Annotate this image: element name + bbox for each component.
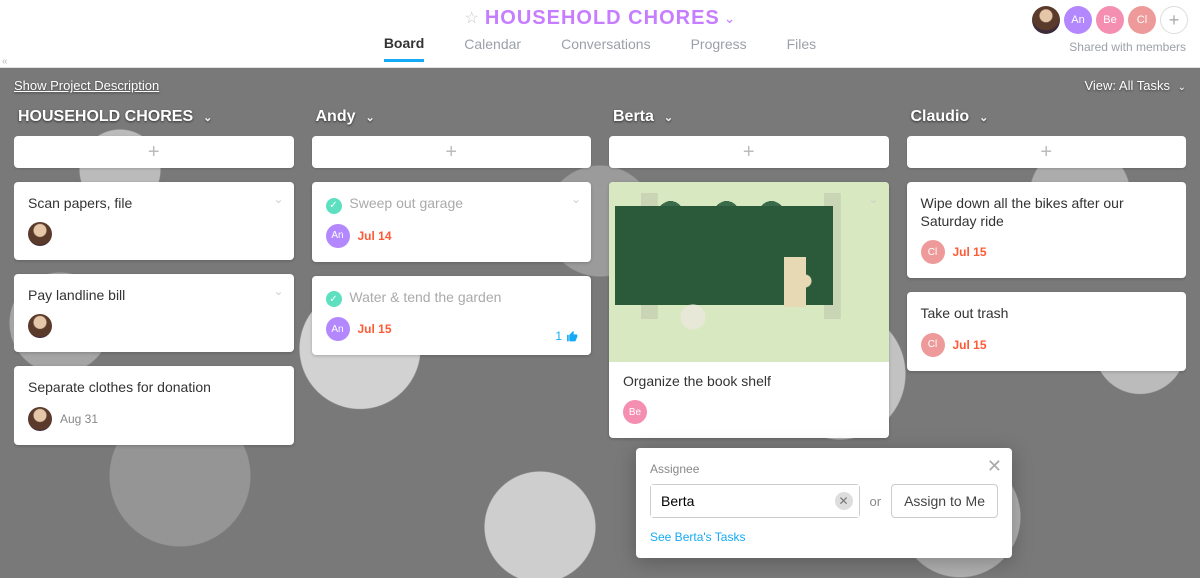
project-members: An Be Cl + bbox=[1032, 6, 1188, 34]
due-date: Jul 15 bbox=[358, 322, 392, 336]
assignee-input-wrap: ✕ bbox=[650, 484, 860, 518]
avatar-an[interactable]: An bbox=[1064, 6, 1092, 34]
chevron-down-icon: ⌄ bbox=[979, 111, 988, 124]
task-card[interactable]: ⌄ Pay landline bill bbox=[14, 274, 294, 352]
see-tasks-link[interactable]: See Berta's Tasks bbox=[650, 530, 998, 544]
assignee-avatar[interactable]: An bbox=[326, 224, 350, 248]
check-circle-icon: ✓ bbox=[326, 198, 342, 214]
add-card-button[interactable]: + bbox=[907, 136, 1187, 168]
task-title: Take out trash bbox=[921, 304, 1173, 322]
assignee-avatar[interactable]: Be bbox=[623, 400, 647, 424]
task-title: Organize the book shelf bbox=[623, 372, 875, 390]
column-household-chores: HOUSEHOLD CHORES ⌄ + ⌄ Scan papers, file… bbox=[14, 104, 294, 578]
column-header[interactable]: Andy ⌄ bbox=[312, 104, 592, 136]
task-card[interactable]: Take out trash Cl Jul 15 bbox=[907, 292, 1187, 370]
avatar-cl[interactable]: Cl bbox=[1128, 6, 1156, 34]
board-toolbar: Show Project Description View: All Tasks… bbox=[14, 78, 1186, 93]
task-title: ✓ Water & tend the garden bbox=[326, 288, 578, 308]
or-label: or bbox=[870, 494, 882, 509]
close-icon[interactable]: ✕ bbox=[987, 456, 1002, 477]
assignee-avatar[interactable]: Cl bbox=[921, 240, 945, 264]
task-title: ✓ Sweep out garage bbox=[326, 194, 578, 214]
tab-board[interactable]: Board bbox=[384, 35, 424, 62]
chevron-down-icon: ⌄ bbox=[203, 111, 212, 124]
assignee-avatar[interactable] bbox=[28, 314, 52, 338]
task-title: Pay landline bill bbox=[28, 286, 280, 304]
thumb-up-icon bbox=[566, 330, 579, 343]
assignee-avatar[interactable]: Cl bbox=[921, 333, 945, 357]
assignee-popover: ✕ Assignee ✕ or Assign to Me See Berta's… bbox=[636, 448, 1012, 558]
chevron-down-icon[interactable]: ⌄ bbox=[724, 10, 736, 27]
due-date: Jul 14 bbox=[358, 229, 392, 243]
assign-to-me-button[interactable]: Assign to Me bbox=[891, 484, 998, 518]
star-icon[interactable]: ☆ bbox=[465, 8, 479, 28]
due-date: Aug 31 bbox=[60, 412, 98, 426]
check-circle-icon: ✓ bbox=[326, 291, 342, 307]
assignee-input[interactable] bbox=[651, 485, 859, 517]
column-title: HOUSEHOLD CHORES bbox=[18, 108, 193, 126]
chevron-down-icon[interactable]: ⌄ bbox=[273, 284, 283, 298]
task-cover-image bbox=[609, 182, 889, 362]
chevron-down-icon[interactable]: ⌄ bbox=[273, 192, 283, 206]
column-title: Claudio bbox=[911, 108, 970, 126]
popover-label: Assignee bbox=[650, 462, 998, 476]
task-card[interactable]: Wipe down all the bikes after our Saturd… bbox=[907, 182, 1187, 278]
view-filter[interactable]: View: All Tasks ⌄ bbox=[1084, 78, 1186, 93]
avatar-owner[interactable] bbox=[1032, 6, 1060, 34]
task-card[interactable]: ⌄ ✓ Sweep out garage An Jul 14 bbox=[312, 182, 592, 262]
chevron-down-icon[interactable]: ⌄ bbox=[571, 192, 581, 206]
add-member-button[interactable]: + bbox=[1160, 6, 1188, 34]
chevron-down-icon[interactable]: ⌄ bbox=[868, 192, 878, 206]
task-card[interactable]: ✓ Water & tend the garden An Jul 15 1 bbox=[312, 276, 592, 356]
avatar-be[interactable]: Be bbox=[1096, 6, 1124, 34]
task-card[interactable]: ⌄ Scan papers, file bbox=[14, 182, 294, 260]
add-card-button[interactable]: + bbox=[609, 136, 889, 168]
like-count[interactable]: 1 bbox=[555, 329, 579, 343]
shared-label[interactable]: Shared with members bbox=[1069, 40, 1186, 54]
add-card-button[interactable]: + bbox=[14, 136, 294, 168]
assignee-avatar[interactable] bbox=[28, 222, 52, 246]
task-title: Separate clothes for donation bbox=[28, 378, 280, 396]
show-description-link[interactable]: Show Project Description bbox=[14, 78, 159, 93]
column-header[interactable]: Berta ⌄ bbox=[609, 104, 889, 136]
due-date: Jul 15 bbox=[953, 338, 987, 352]
chevron-down-icon: ⌄ bbox=[1178, 82, 1186, 93]
add-card-button[interactable]: + bbox=[312, 136, 592, 168]
task-card[interactable]: Separate clothes for donation Aug 31 bbox=[14, 366, 294, 444]
assignee-avatar[interactable]: An bbox=[326, 317, 350, 341]
column-andy: Andy ⌄ + ⌄ ✓ Sweep out garage An Jul 14 … bbox=[312, 104, 592, 578]
chevron-down-icon: ⌄ bbox=[664, 111, 673, 124]
tab-files[interactable]: Files bbox=[787, 36, 817, 60]
column-header[interactable]: HOUSEHOLD CHORES ⌄ bbox=[14, 104, 294, 136]
app-header: « ☆ HOUSEHOLD CHORES ⌄ Board Calendar Co… bbox=[0, 0, 1200, 68]
due-date: Jul 15 bbox=[953, 245, 987, 259]
task-card[interactable]: ⌄ Organize the book shelf Be bbox=[609, 182, 889, 438]
tab-calendar[interactable]: Calendar bbox=[464, 36, 521, 60]
tab-progress[interactable]: Progress bbox=[691, 36, 747, 60]
task-title: Wipe down all the bikes after our Saturd… bbox=[921, 194, 1173, 230]
tab-conversations[interactable]: Conversations bbox=[561, 36, 651, 60]
column-header[interactable]: Claudio ⌄ bbox=[907, 104, 1187, 136]
collapse-handle-icon[interactable]: « bbox=[2, 56, 8, 67]
clear-input-icon[interactable]: ✕ bbox=[835, 492, 853, 510]
chevron-down-icon: ⌄ bbox=[366, 111, 375, 124]
view-filter-label: View: All Tasks bbox=[1084, 78, 1170, 93]
column-title: Berta bbox=[613, 108, 654, 126]
assignee-avatar[interactable] bbox=[28, 407, 52, 431]
project-title[interactable]: HOUSEHOLD CHORES bbox=[485, 7, 720, 30]
task-title: Scan papers, file bbox=[28, 194, 280, 212]
project-tabs: Board Calendar Conversations Progress Fi… bbox=[0, 32, 1200, 64]
column-title: Andy bbox=[316, 108, 356, 126]
